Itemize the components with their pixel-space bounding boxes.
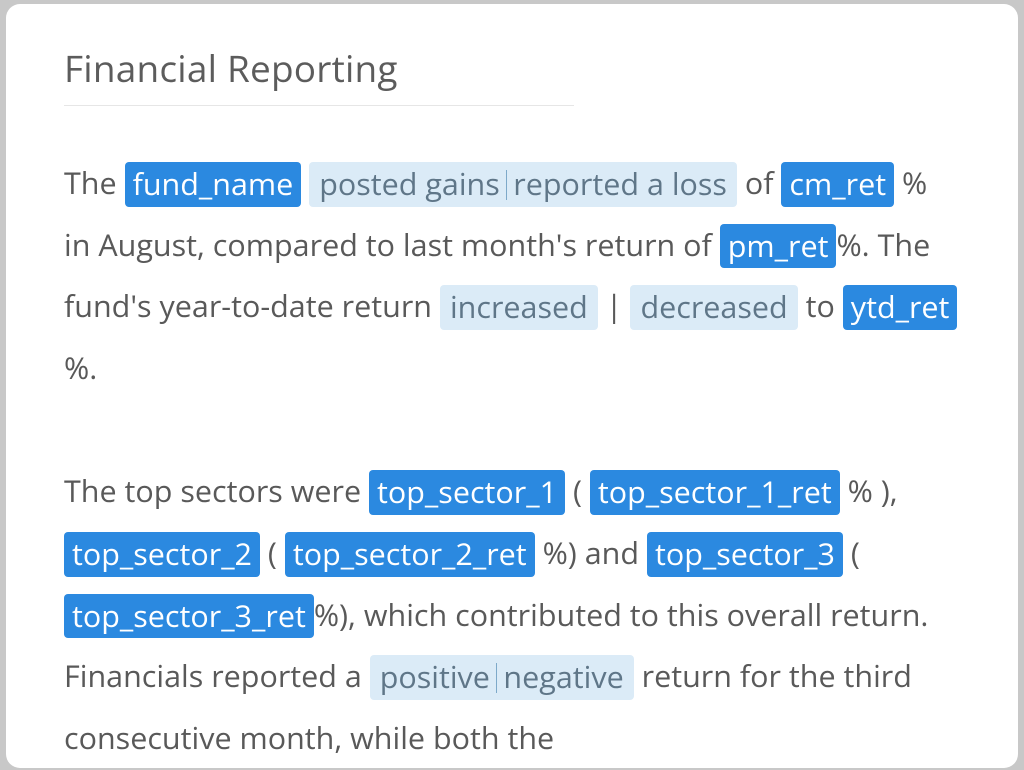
- variable-top-sector-1-ret[interactable]: top_sector_1_ret: [590, 470, 840, 515]
- variable-ytd-ret[interactable]: ytd_ret: [843, 285, 958, 330]
- document-body: The fund_name posted gains reported a los…: [64, 152, 960, 768]
- option-separator: [506, 170, 508, 200]
- variable-top-sector-3[interactable]: top_sector_3: [647, 532, 843, 577]
- text: %.: [64, 346, 97, 388]
- variable-fund-name[interactable]: fund_name: [125, 162, 302, 207]
- text: (: [843, 531, 860, 573]
- text: (: [260, 531, 285, 573]
- text: of: [737, 161, 781, 203]
- text: The top sectors were: [64, 469, 369, 511]
- variable-pm-ret[interactable]: pm_ret: [720, 224, 837, 269]
- variable-top-sector-2-ret[interactable]: top_sector_2_ret: [285, 532, 535, 577]
- document-card: Financial Reporting The fund_name posted…: [6, 4, 1018, 768]
- text: %) and: [535, 531, 647, 573]
- option-increased[interactable]: increased: [440, 285, 598, 330]
- option-group-pos-neg[interactable]: positive negative: [370, 655, 634, 700]
- variable-top-sector-3-ret[interactable]: top_sector_3_ret: [64, 594, 314, 639]
- text: % ),: [840, 469, 898, 511]
- text: to: [798, 284, 835, 326]
- option-group-gain-loss[interactable]: posted gains reported a loss: [309, 162, 737, 207]
- paragraph-2: The top sectors were top_sector_1 ( top_…: [64, 460, 960, 768]
- variable-cm-ret[interactable]: cm_ret: [781, 162, 894, 207]
- option-posted-gains: posted gains: [319, 162, 500, 204]
- variable-top-sector-1[interactable]: top_sector_1: [369, 470, 565, 515]
- paragraph-1: The fund_name posted gains reported a los…: [64, 152, 960, 398]
- option-decreased[interactable]: decreased: [630, 285, 797, 330]
- text: (: [565, 469, 590, 511]
- variable-top-sector-2[interactable]: top_sector_2: [64, 532, 260, 577]
- text: The: [64, 161, 125, 203]
- text: |: [598, 284, 631, 326]
- option-negative: negative: [503, 655, 623, 697]
- option-positive: positive: [380, 655, 490, 697]
- option-reported-loss: reported a loss: [513, 162, 727, 204]
- option-separator: [496, 663, 498, 693]
- page-title: Financial Reporting: [64, 42, 574, 106]
